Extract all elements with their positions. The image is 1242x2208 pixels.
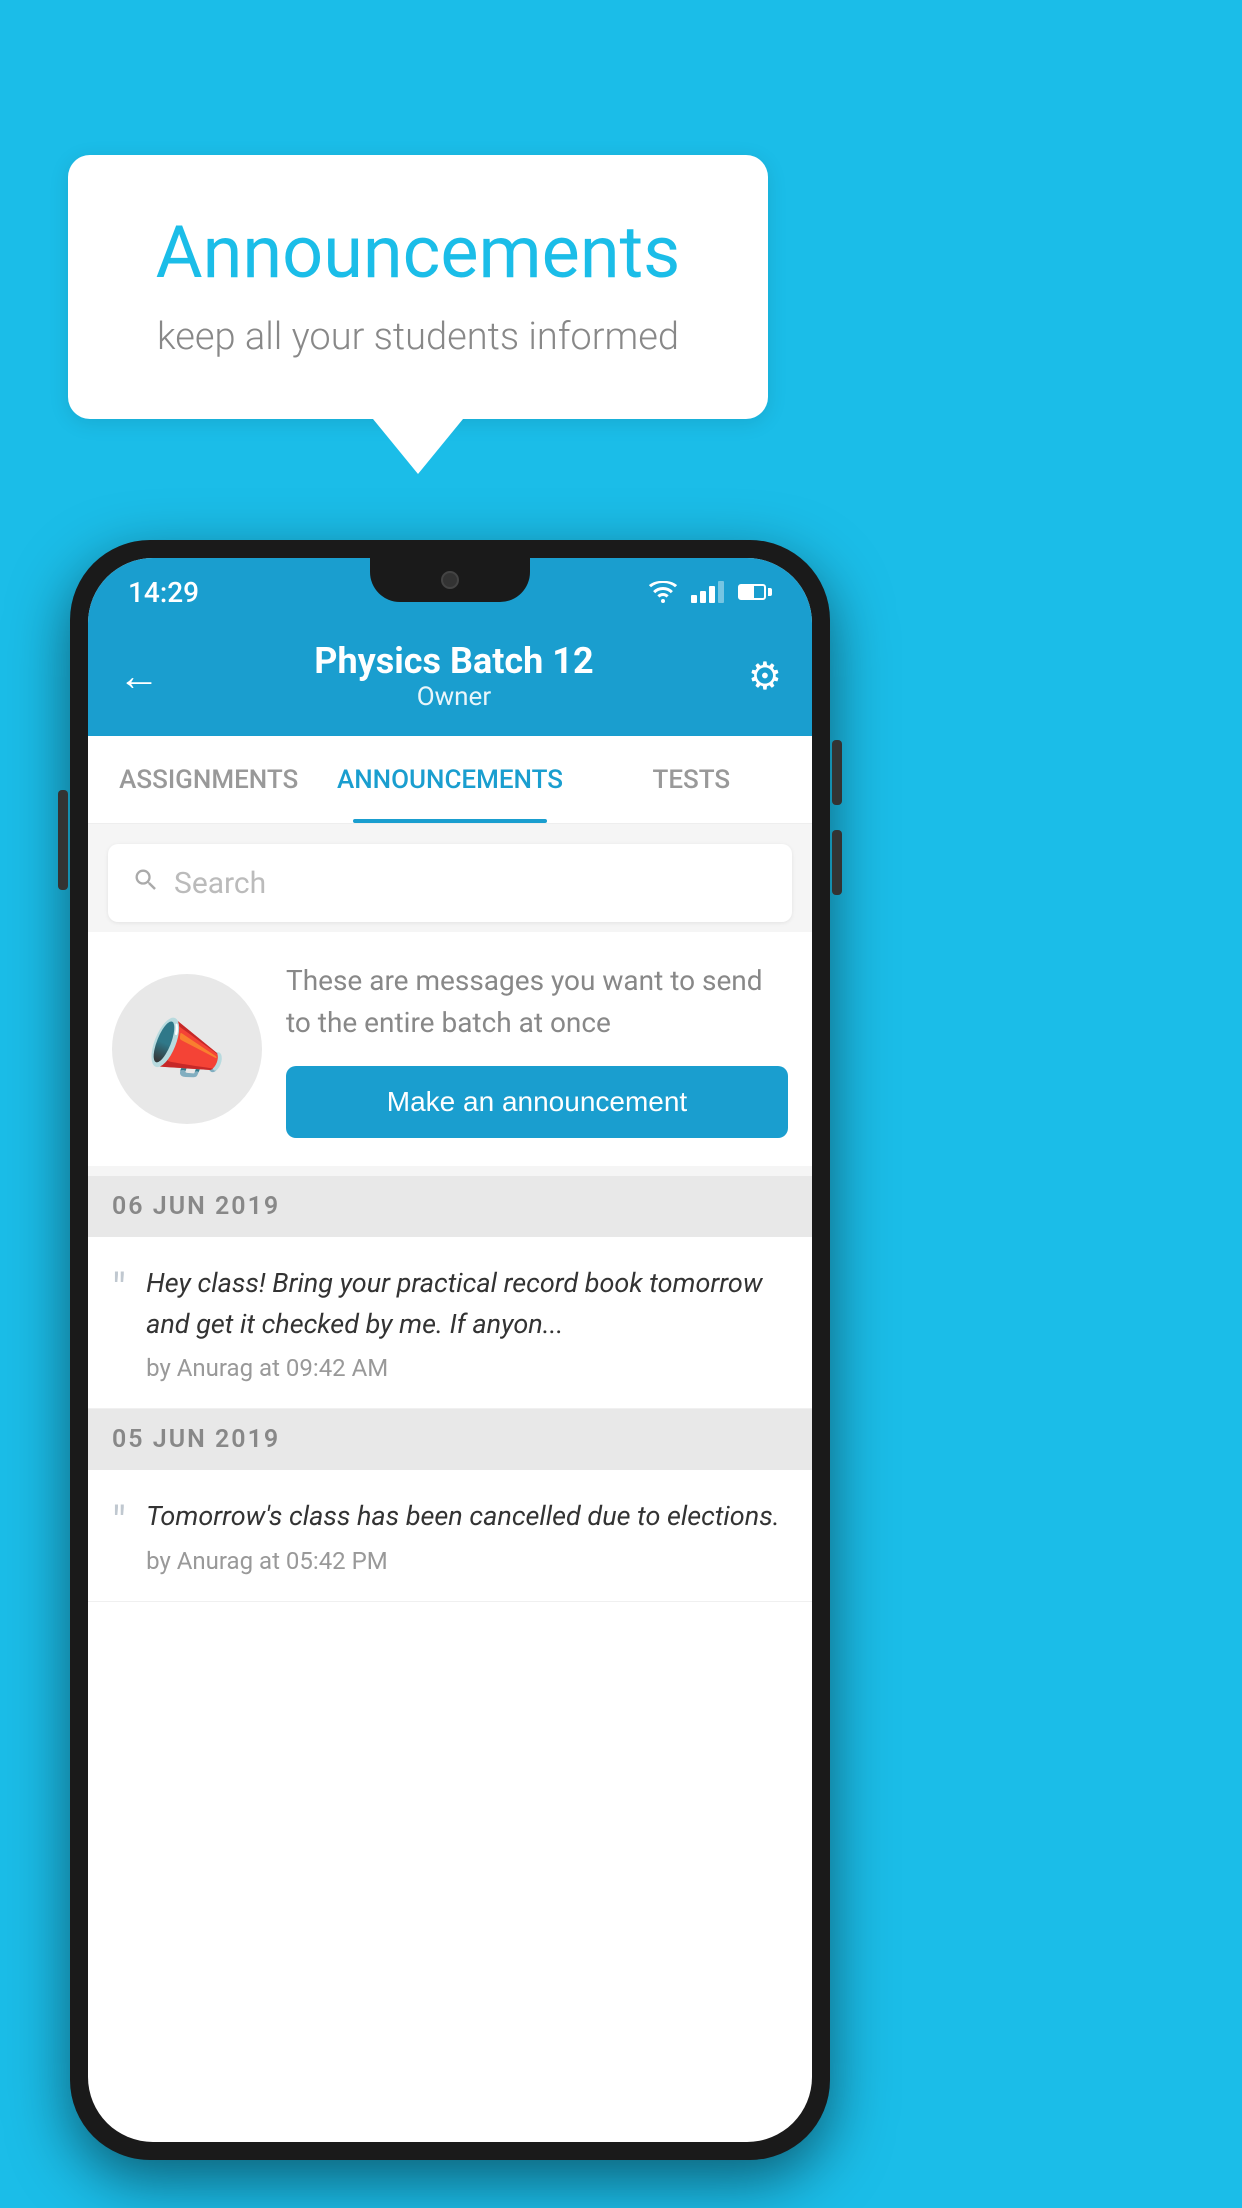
promo-right: These are messages you want to send to t…: [286, 960, 788, 1138]
tab-assignments[interactable]: ASSIGNMENTS: [88, 737, 329, 823]
make-announcement-button[interactable]: Make an announcement: [286, 1066, 788, 1138]
speech-bubble-container: Announcements keep all your students inf…: [68, 155, 768, 474]
tab-tests[interactable]: TESTS: [571, 737, 812, 823]
phone-outer: 14:29: [70, 540, 830, 2160]
promo-description: These are messages you want to send to t…: [286, 960, 788, 1044]
promo-icon-circle: 📣: [112, 974, 262, 1124]
tabs-bar: ASSIGNMENTS ANNOUNCEMENTS TESTS: [88, 736, 812, 824]
battery-icon: [738, 584, 772, 600]
header-title: Physics Batch 12: [314, 640, 593, 682]
volume-up-button: [832, 740, 842, 805]
content-area: Search 📣 These are messages you want to …: [88, 824, 812, 1602]
announcement-text-2: Tomorrow's class has been cancelled due …: [146, 1496, 780, 1537]
search-bar[interactable]: Search: [108, 844, 792, 922]
status-time: 14:29: [128, 576, 199, 609]
battery-tip: [768, 588, 772, 596]
speech-bubble-tail: [373, 419, 463, 474]
battery-fill: [740, 586, 754, 598]
quote-icon-2: ": [112, 1500, 126, 1544]
status-icons: [649, 581, 772, 603]
phone-mockup: 14:29: [70, 540, 830, 2160]
battery-body: [738, 584, 766, 600]
app-header: ← Physics Batch 12 Owner ⚙: [88, 626, 812, 736]
announcement-content-2: Tomorrow's class has been cancelled due …: [146, 1496, 780, 1575]
speech-bubble-title: Announcements: [128, 210, 708, 295]
announcement-text-1: Hey class! Bring your practical record b…: [146, 1263, 788, 1344]
settings-icon[interactable]: ⚙: [748, 654, 782, 699]
date-separator-2: 05 JUN 2019: [88, 1409, 812, 1470]
date-separator-1: 06 JUN 2019: [88, 1176, 812, 1237]
announcement-item-2[interactable]: " Tomorrow's class has been cancelled du…: [88, 1470, 812, 1602]
speech-bubble-subtitle: keep all your students informed: [128, 315, 708, 359]
announcement-content-1: Hey class! Bring your practical record b…: [146, 1263, 788, 1382]
announcement-item-1[interactable]: " Hey class! Bring your practical record…: [88, 1237, 812, 1409]
announcement-by-1: by Anurag at 09:42 AM: [146, 1354, 788, 1382]
wifi-icon: [649, 581, 677, 603]
speech-bubble: Announcements keep all your students inf…: [68, 155, 768, 419]
front-camera: [441, 571, 459, 589]
header-title-group: Physics Batch 12 Owner: [314, 640, 593, 712]
search-icon: [132, 864, 160, 902]
header-subtitle: Owner: [314, 682, 593, 712]
tab-announcements[interactable]: ANNOUNCEMENTS: [329, 737, 570, 823]
signal-icon: [691, 581, 724, 603]
power-button: [58, 790, 68, 890]
volume-down-button: [832, 830, 842, 895]
announcement-by-2: by Anurag at 05:42 PM: [146, 1547, 780, 1575]
promo-card: 📣 These are messages you want to send to…: [88, 932, 812, 1166]
quote-icon: ": [112, 1267, 126, 1311]
back-button[interactable]: ←: [118, 652, 160, 701]
phone-screen: 14:29: [88, 558, 812, 2142]
phone-notch: [370, 558, 530, 602]
search-placeholder: Search: [174, 866, 266, 901]
megaphone-icon: 📣: [147, 1012, 227, 1087]
